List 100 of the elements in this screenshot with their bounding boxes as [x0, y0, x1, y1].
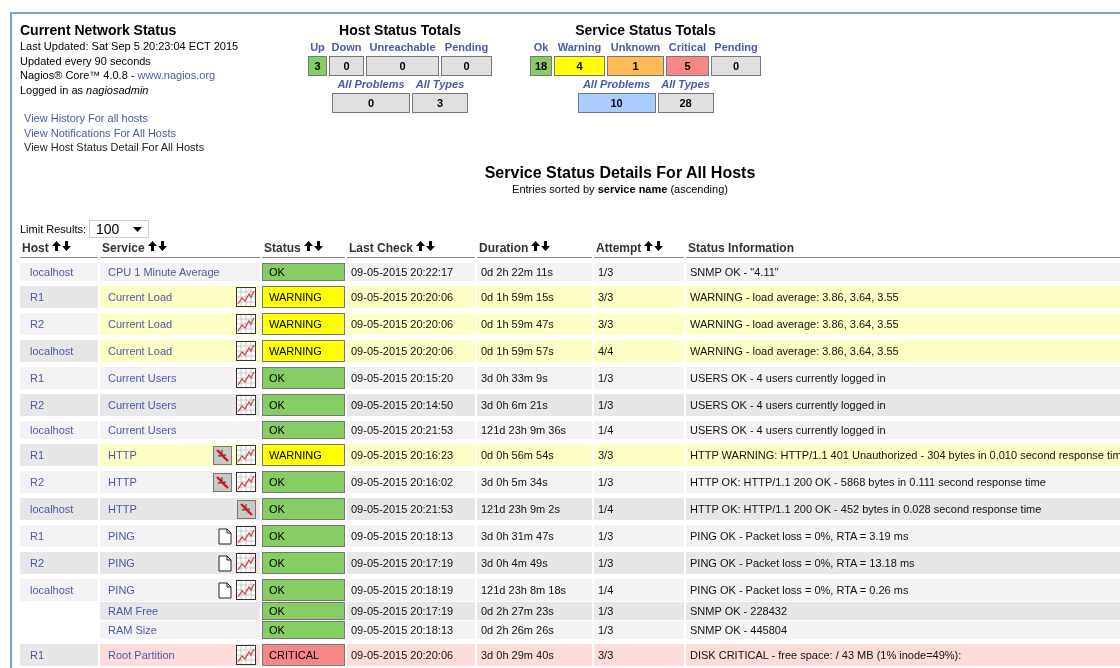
graph-icon[interactable] [236, 580, 256, 600]
host-link[interactable]: R1 [30, 372, 45, 384]
table-cell: 0d 2h 22m 11s [481, 266, 553, 278]
sort-arrows-icon[interactable] [51, 241, 71, 251]
table-cell: 09-05-2015 20:15:20 [351, 372, 454, 384]
host-link[interactable]: R2 [30, 557, 45, 569]
table-cell: 0d 1h 59m 15s [481, 291, 554, 303]
host-link[interactable]: R1 [30, 530, 45, 542]
status-label: WARNING [262, 444, 345, 466]
table-cell: 1/3 [598, 605, 614, 617]
sort-arrows-icon[interactable] [644, 241, 664, 251]
totals-column-link[interactable]: Unreachable [366, 40, 439, 54]
table-cell: 1/3 [598, 266, 614, 278]
notifications-disabled-icon [213, 472, 232, 492]
table-cell: 09-05-2015 20:18:19 [351, 584, 454, 596]
table-cell: 0d 2h 26m 26s [481, 624, 554, 636]
nav-link[interactable]: View History For all hosts [24, 111, 290, 126]
sort-arrows-icon[interactable] [531, 241, 551, 251]
table-cell: PING OK - Packet loss = 0%, RTA = 3.19 ms [690, 530, 909, 542]
graph-icon[interactable] [236, 395, 256, 415]
count-box[interactable]: 0 [332, 93, 410, 113]
table-cell: 3/3 [598, 449, 614, 461]
graph-icon[interactable] [236, 341, 256, 361]
table-cell: WARNING - load average: 3.86, 3.64, 3.55 [690, 318, 899, 330]
status-label: OK [262, 498, 345, 520]
host-link[interactable]: R1 [30, 649, 45, 661]
status-label: WARNING [262, 340, 345, 362]
graph-icon[interactable] [236, 314, 256, 334]
count-box[interactable]: 10 [577, 93, 656, 113]
count-box[interactable]: 0 [366, 56, 439, 76]
count-box[interactable]: 0 [711, 56, 761, 76]
graph-icon[interactable] [236, 287, 256, 307]
table-cell: 4/4 [598, 345, 614, 357]
count-box[interactable]: 1 [607, 56, 664, 76]
totals-column-link[interactable]: Down [329, 40, 364, 54]
totals-column-link[interactable]: Pending [441, 40, 492, 54]
sort-arrows-icon[interactable] [147, 241, 167, 251]
table-cell: 3d 0h 6m 21s [481, 399, 548, 411]
totals-column-link[interactable]: Ok [530, 40, 552, 54]
service-link[interactable]: PING [108, 584, 135, 596]
table-cell: 1/4 [598, 424, 614, 436]
document-icon[interactable] [218, 581, 232, 599]
nav-link[interactable]: View Notifications For All Hosts [24, 125, 290, 140]
table-cell: 09-05-2015 20:21:53 [351, 503, 454, 515]
limit-select[interactable]: 100 [89, 220, 150, 238]
table-cell: 09-05-2015 20:17:19 [351, 605, 454, 617]
service-link[interactable]: PING [108, 530, 135, 542]
count-box[interactable]: 3 [412, 93, 468, 113]
totals-column-link[interactable]: Up [308, 40, 327, 54]
totals-column-link[interactable]: Unknown [607, 40, 664, 54]
table-cell: 09-05-2015 20:17:19 [351, 557, 454, 569]
totals-summary-link[interactable]: All Problems [577, 77, 656, 91]
totals-summary-link[interactable]: All Types [412, 77, 468, 91]
table-cell: 121d 23h 9m 2s [481, 503, 560, 515]
count-box[interactable]: 5 [666, 56, 709, 76]
sort-arrows-icon[interactable] [303, 241, 323, 251]
graph-icon[interactable] [236, 553, 256, 573]
document-icon[interactable] [218, 554, 232, 572]
totals-column-link[interactable]: Pending [711, 40, 761, 54]
document-icon[interactable] [218, 527, 232, 545]
count-box[interactable]: 0 [441, 56, 492, 76]
host-link[interactable]: R2 [30, 318, 45, 330]
table-cell: 09-05-2015 20:18:13 [351, 624, 454, 636]
host-link[interactable]: R1 [30, 449, 45, 461]
status-label: CRITICAL [262, 644, 345, 666]
totals-summary-link[interactable]: All Types [657, 77, 714, 91]
sort-arrows-icon[interactable] [416, 241, 436, 251]
host-link[interactable]: R2 [30, 476, 45, 488]
totals-column-link[interactable]: Warning [554, 40, 605, 54]
totals-summary-link[interactable]: All Problems [332, 77, 410, 91]
nav-link[interactable]: View Host Status Detail For All Hosts [24, 140, 290, 155]
column-header: Status [264, 241, 301, 255]
count-box[interactable]: 3 [308, 56, 327, 76]
website-link[interactable]: www.nagios.org [137, 69, 216, 81]
service-link[interactable]: PING [108, 557, 135, 569]
graph-icon[interactable] [236, 526, 256, 546]
table-cell: 3/3 [598, 291, 614, 303]
section-title: Service Status Details For All Hosts [484, 163, 756, 183]
count-box[interactable]: 28 [657, 93, 714, 113]
table-cell: 1/3 [598, 530, 614, 542]
table-cell: 3/3 [598, 318, 614, 330]
status-line: Last Updated: Sat Sep 5 20:23:04 ECT 2015 [20, 39, 240, 54]
totals-column-link[interactable]: Critical [666, 40, 709, 54]
table-cell: 09-05-2015 20:21:53 [351, 424, 454, 436]
table-cell: 121d 23h 9m 36s [481, 424, 566, 436]
table-cell: 1/3 [598, 624, 614, 636]
host-link[interactable]: R2 [30, 399, 45, 411]
table-cell: 1/3 [598, 557, 614, 569]
graph-icon[interactable] [236, 645, 256, 665]
column-header: Duration [479, 241, 529, 255]
notifications-disabled-icon [213, 445, 232, 465]
column-header: Host [22, 241, 49, 255]
column-header: Service [102, 241, 145, 255]
table-cell: USERS OK - 4 users currently logged in [690, 424, 886, 436]
graph-icon[interactable] [236, 368, 256, 388]
table-cell: PING OK - Packet loss = 0%, RTA = 13.18 ms [690, 557, 915, 569]
count-box[interactable]: 4 [554, 56, 605, 76]
host-link[interactable]: R1 [30, 291, 45, 303]
count-box[interactable]: 18 [530, 56, 552, 76]
count-box[interactable]: 0 [329, 56, 364, 76]
